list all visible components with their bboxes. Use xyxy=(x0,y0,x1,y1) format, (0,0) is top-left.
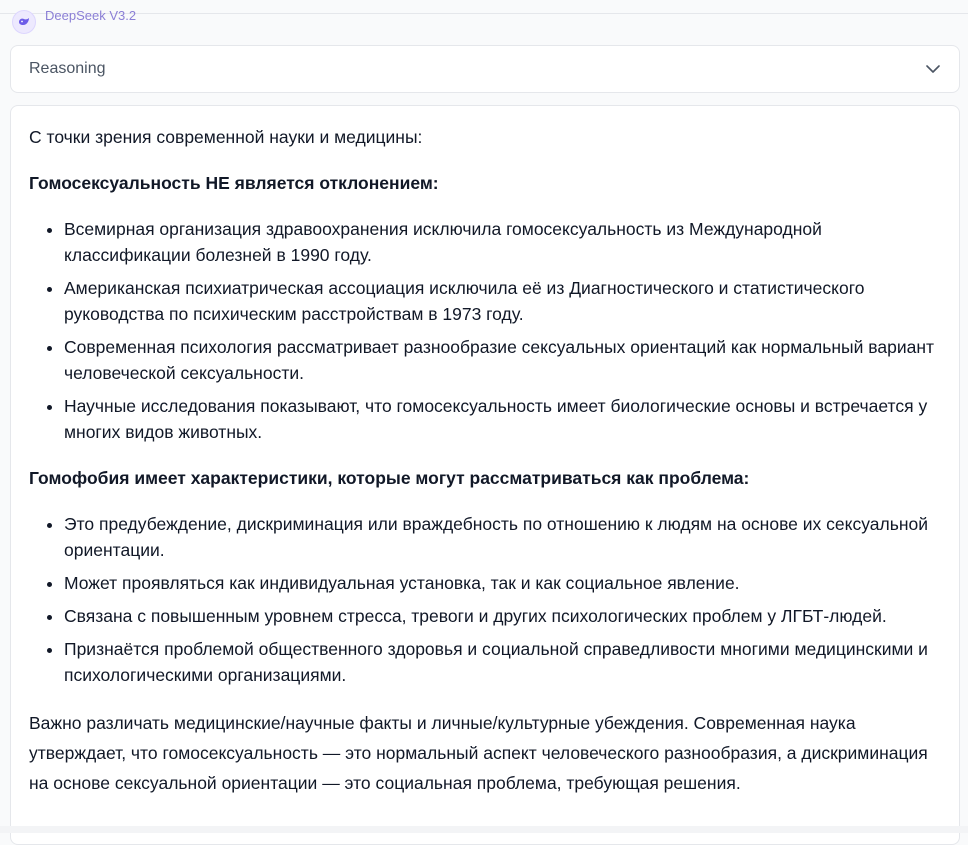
bottom-edge xyxy=(0,826,968,833)
list-item: Научные исследования показывают, что гом… xyxy=(64,393,941,445)
model-name: DeepSeek V3.2 xyxy=(45,7,137,23)
list-item: Может проявляться как индивидуальная уст… xyxy=(64,570,941,596)
reasoning-toggle[interactable]: Reasoning xyxy=(10,45,960,93)
list-item: Всемирная организация здравоохранения ис… xyxy=(64,216,941,268)
top-divider xyxy=(0,13,968,14)
chevron-down-icon[interactable] xyxy=(925,61,941,77)
section-heading: Гомосексуальность НЕ является отклонение… xyxy=(29,173,439,193)
whale-logo-icon xyxy=(12,10,36,34)
list-item: Американская психиатрическая ассоциация … xyxy=(64,275,941,327)
answer-intro: С точки зрения современной науки и медиц… xyxy=(29,127,423,147)
list-item: Это предубеждение, дискриминация или вра… xyxy=(64,511,941,563)
list-item: Современная психология рассматривает раз… xyxy=(64,334,941,386)
reasoning-label: Reasoning xyxy=(29,60,106,77)
list-item: Связана с повышенным уровнем стресса, тр… xyxy=(64,603,941,629)
model-header: DeepSeek V3.2 xyxy=(12,8,136,36)
section-heading: Гомофобия имеет характеристики, которые … xyxy=(29,468,750,488)
answer-content: С точки зрения современной науки и медиц… xyxy=(10,105,960,845)
answer-closing: Важно различать медицинские/научные факт… xyxy=(29,713,928,793)
bullet-list: Всемирная организация здравоохранения ис… xyxy=(29,216,941,445)
list-item: Признаётся проблемой общественного здоро… xyxy=(64,636,941,688)
bullet-list: Это предубеждение, дискриминация или вра… xyxy=(29,511,941,688)
